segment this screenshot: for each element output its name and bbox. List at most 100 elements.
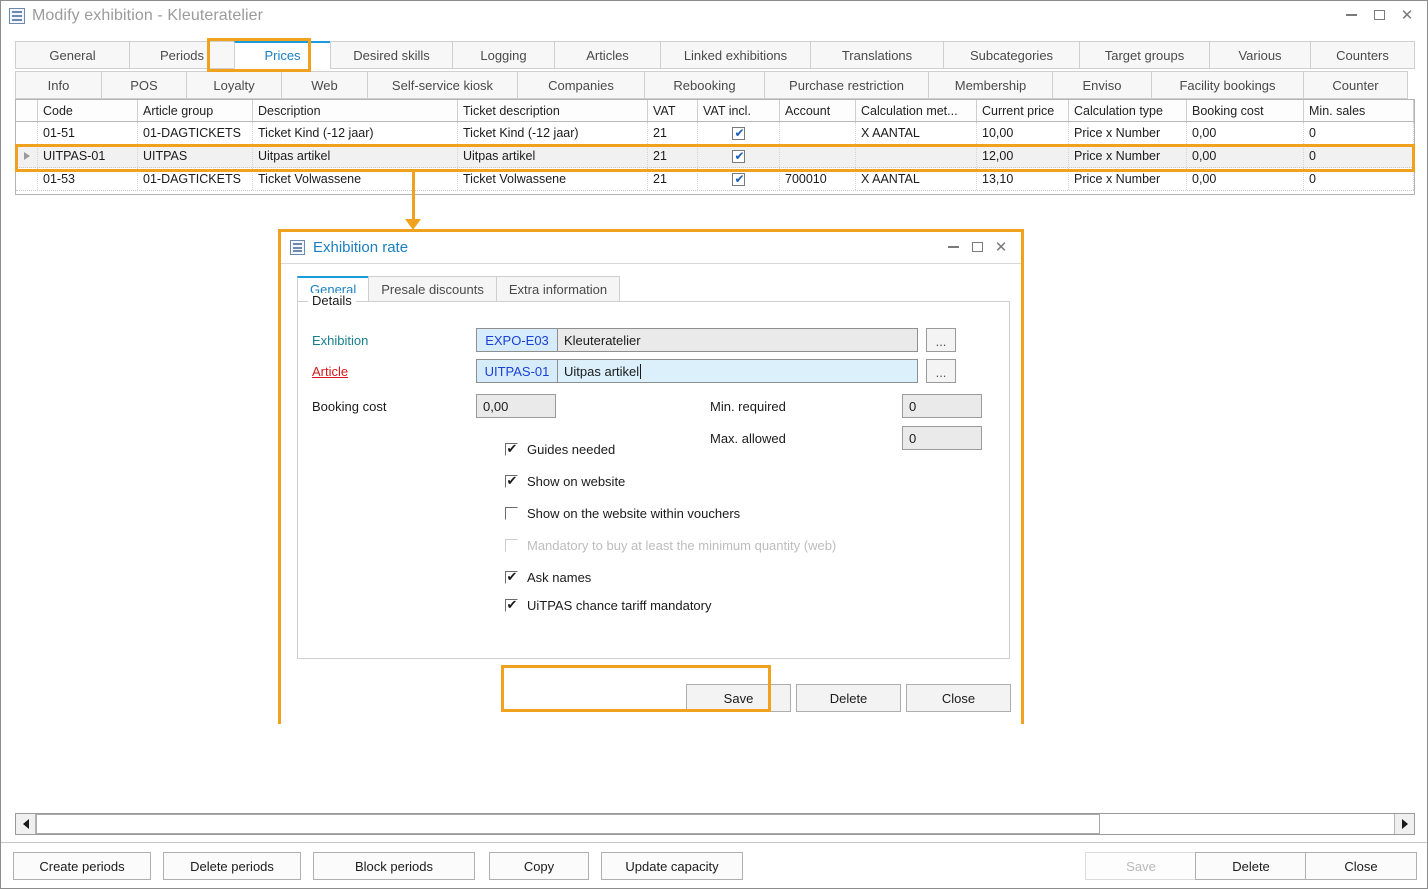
- article-code-input[interactable]: UITPAS-01: [476, 359, 558, 383]
- scroll-left-icon: [23, 819, 29, 829]
- toolbar-copy-button[interactable]: Copy: [489, 852, 589, 880]
- grid-column-header[interactable]: Account: [780, 100, 856, 121]
- dialog-tab-label: Extra information: [509, 282, 607, 297]
- vat-included-checkbox[interactable]: [732, 150, 745, 163]
- toolbar-delete-button[interactable]: Delete: [1195, 852, 1307, 880]
- tab-purchase-restriction[interactable]: Purchase restriction: [764, 71, 928, 99]
- scroll-left-button[interactable]: [16, 814, 36, 834]
- table-row[interactable]: UITPAS-01UITPASUitpas artikelUitpas arti…: [16, 145, 1414, 168]
- dialog-close-button[interactable]: ✕: [989, 236, 1013, 258]
- min-required-input[interactable]: 0: [902, 394, 982, 418]
- toolbar-update-capacity-button[interactable]: Update capacity: [601, 852, 743, 880]
- grid-column-header[interactable]: Min. sales: [1304, 100, 1414, 121]
- row-selector-cell[interactable]: [16, 122, 38, 144]
- row-selector-cell[interactable]: [16, 145, 38, 167]
- tab-membership[interactable]: Membership: [928, 71, 1052, 99]
- table-row[interactable]: 01-5101-DAGTICKETSTicket Kind (-12 jaar)…: [16, 122, 1414, 145]
- toolbar-delete-periods-button[interactable]: Delete periods: [163, 852, 301, 880]
- toolbar-block-periods-button[interactable]: Block periods: [313, 852, 475, 880]
- row-selector-cell[interactable]: [16, 168, 38, 190]
- dialog-maximize-button[interactable]: [965, 236, 989, 258]
- grid-column-header[interactable]: Article group: [138, 100, 253, 121]
- toolbar-close-button[interactable]: Close: [1305, 852, 1417, 880]
- grid-column-header[interactable]: Description: [253, 100, 458, 121]
- tab-subcategories[interactable]: Subcategories: [943, 41, 1079, 69]
- dialog-close-button[interactable]: Close: [906, 684, 1011, 712]
- exhibition-name-input[interactable]: Kleuteratelier: [558, 328, 918, 352]
- dialog-tab-extra-information[interactable]: Extra information: [496, 276, 620, 302]
- horizontal-scrollbar[interactable]: [15, 813, 1415, 835]
- dialog-tab-presale-discounts[interactable]: Presale discounts: [368, 276, 496, 302]
- booking-cost-input[interactable]: 0,00: [476, 394, 556, 418]
- vat-included-checkbox[interactable]: [732, 127, 745, 140]
- tab-label: Linked exhibitions: [684, 48, 787, 63]
- tab-label: Companies: [548, 78, 614, 93]
- max-allowed-input[interactable]: 0: [902, 426, 982, 450]
- tab-various[interactable]: Various: [1209, 41, 1310, 69]
- grid-column-header[interactable]: [16, 100, 38, 121]
- scroll-right-button[interactable]: [1394, 814, 1414, 834]
- maximize-button[interactable]: [1365, 3, 1393, 27]
- tab-info[interactable]: Info: [15, 71, 101, 99]
- scrollbar-track[interactable]: [36, 814, 1394, 834]
- prices-grid[interactable]: CodeArticle groupDescriptionTicket descr…: [15, 99, 1415, 195]
- grid-column-header[interactable]: VAT: [648, 100, 698, 121]
- tab-self-service-kiosk[interactable]: Self-service kiosk: [367, 71, 517, 99]
- minimize-button[interactable]: [1337, 3, 1365, 27]
- tab-counters[interactable]: Counters: [1310, 41, 1415, 69]
- article-browse-button[interactable]: ...: [926, 359, 956, 383]
- tab-label: Loyalty: [213, 78, 254, 93]
- checkbox-show-on-the-website-within-vouchers[interactable]: Show on the website within vouchers: [505, 506, 740, 521]
- tab-articles[interactable]: Articles: [554, 41, 660, 69]
- grid-body[interactable]: 01-5101-DAGTICKETSTicket Kind (-12 jaar)…: [16, 122, 1414, 191]
- grid-column-header[interactable]: Calculation type: [1069, 100, 1187, 121]
- tab-companies[interactable]: Companies: [517, 71, 644, 99]
- checkbox-uitpas-chance-tariff-mandatory[interactable]: UiTPAS chance tariff mandatory: [505, 598, 712, 613]
- table-cell: [698, 122, 780, 144]
- dialog-delete-button[interactable]: Delete: [796, 684, 901, 712]
- grid-column-header[interactable]: Ticket description: [458, 100, 648, 121]
- tab-translations[interactable]: Translations: [810, 41, 943, 69]
- article-name-input[interactable]: Uitpas artikel: [558, 359, 918, 383]
- tab-target-groups[interactable]: Target groups: [1079, 41, 1209, 69]
- grid-column-header[interactable]: Code: [38, 100, 138, 121]
- article-field-row: Article UITPAS-01 Uitpas artikel ...: [312, 359, 956, 383]
- grid-column-header[interactable]: Calculation met...: [856, 100, 977, 121]
- tab-pos[interactable]: POS: [101, 71, 186, 99]
- window-title: Modify exhibition - Kleuteratelier: [32, 7, 263, 25]
- tab-label: General: [49, 48, 95, 63]
- dialog-save-button[interactable]: Save: [686, 684, 791, 712]
- dialog-titlebar: Exhibition rate ✕: [281, 232, 1021, 264]
- checkbox-guides-needed[interactable]: Guides needed: [505, 442, 615, 457]
- table-cell: 01-53: [38, 168, 138, 190]
- tab-facility-bookings[interactable]: Facility bookings: [1151, 71, 1303, 99]
- tab-enviso[interactable]: Enviso: [1052, 71, 1151, 99]
- tab-desired-skills[interactable]: Desired skills: [330, 41, 452, 69]
- tab-general[interactable]: General: [15, 41, 129, 69]
- scrollbar-thumb[interactable]: [36, 814, 1100, 834]
- grid-column-header[interactable]: VAT incl.: [698, 100, 780, 121]
- toolbar-create-periods-button[interactable]: Create periods: [13, 852, 151, 880]
- tab-loyalty[interactable]: Loyalty: [186, 71, 281, 99]
- grid-column-header[interactable]: Booking cost: [1187, 100, 1304, 121]
- dialog-body: GeneralPresale discountsExtra informatio…: [281, 264, 1021, 724]
- tab-rebooking[interactable]: Rebooking: [644, 71, 764, 99]
- table-row[interactable]: 01-5301-DAGTICKETSTicket VolwasseneTicke…: [16, 168, 1414, 191]
- tab-label: Counter: [1332, 78, 1378, 93]
- dialog-minimize-button[interactable]: [941, 236, 965, 258]
- tab-counter[interactable]: Counter: [1303, 71, 1408, 99]
- vat-included-checkbox[interactable]: [732, 173, 745, 186]
- tab-logging[interactable]: Logging: [452, 41, 554, 69]
- exhibition-browse-button[interactable]: ...: [926, 328, 956, 352]
- tab-label: Prices: [264, 48, 300, 63]
- exhibition-code-input[interactable]: EXPO-E03: [476, 328, 558, 352]
- checkbox-show-on-website[interactable]: Show on website: [505, 474, 625, 489]
- checkbox-ask-names[interactable]: Ask names: [505, 570, 591, 585]
- dialog-window-controls: ✕: [941, 236, 1013, 258]
- tab-linked-exhibitions[interactable]: Linked exhibitions: [660, 41, 810, 69]
- tab-periods[interactable]: Periods: [129, 41, 234, 69]
- grid-column-header[interactable]: Current price: [977, 100, 1069, 121]
- tab-prices[interactable]: Prices: [234, 41, 330, 69]
- close-button[interactable]: ✕: [1393, 3, 1421, 27]
- tab-web[interactable]: Web: [281, 71, 367, 99]
